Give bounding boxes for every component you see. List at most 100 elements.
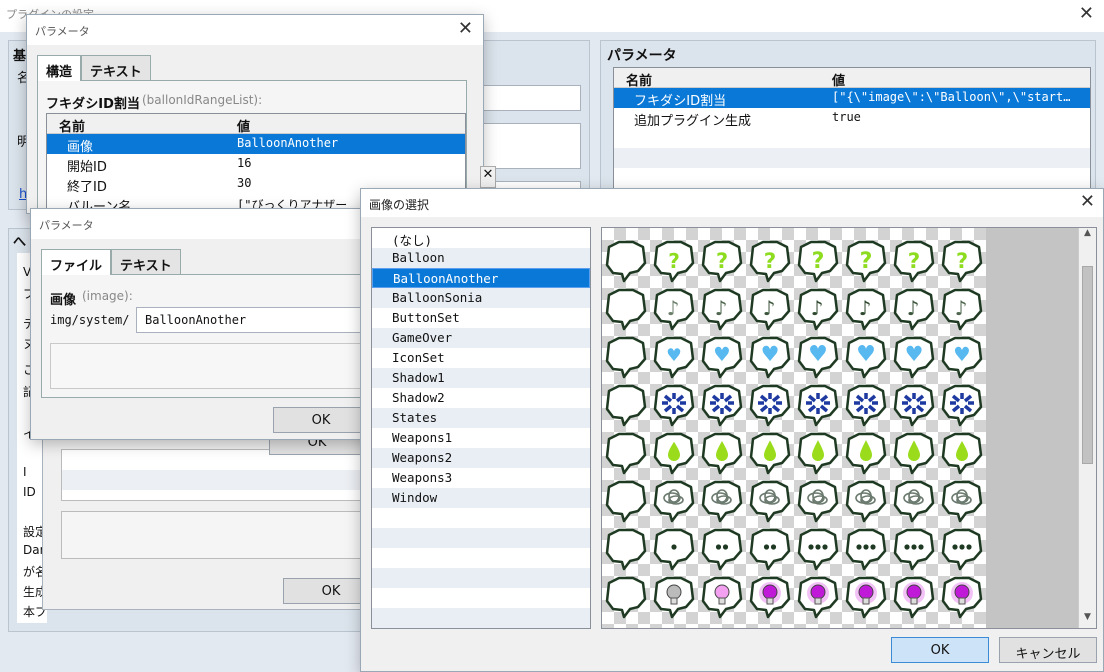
file-list: (なし) Balloon BalloonAnother BalloonSonia… [371, 227, 591, 629]
tab-file[interactable]: ファイル [41, 249, 112, 275]
heart-icon: ♥ [749, 336, 791, 379]
path-prefix: img/system/ [50, 313, 130, 327]
picker-cancel-button[interactable]: キャンセル [999, 637, 1097, 663]
heart-icon: ♥ [845, 336, 887, 379]
struct-row[interactable]: 開始ID 16 [47, 154, 465, 175]
file-list-item[interactable]: Weapons1 [372, 428, 590, 448]
preview-scrollbar[interactable]: ▲ ▼ [1078, 228, 1096, 628]
parameter-row-name: 追加プラグイン生成 [634, 114, 752, 129]
anger-icon [653, 384, 695, 427]
svg-text:♪: ♪ [907, 296, 920, 320]
ellipsis-icon [845, 528, 887, 571]
svg-text:♥: ♥ [666, 346, 682, 366]
empty-balloon-icon [605, 336, 647, 379]
ellipsis-icon [893, 528, 935, 571]
column-value-header: 値 [237, 120, 251, 135]
empty-balloon-icon [605, 432, 647, 475]
anger-icon [893, 384, 935, 427]
file-input-value: BalloonAnother [145, 313, 247, 327]
picker-close-icon[interactable]: ✕ [1080, 192, 1095, 212]
hidden-close-icon[interactable]: ✕ [480, 166, 496, 188]
ok-button[interactable]: OK [273, 407, 369, 433]
lightbulb-icon [941, 576, 983, 619]
parameter-row[interactable]: 追加プラグイン生成 true [614, 108, 1090, 129]
parameter-row-name: フキダシID割当 [634, 94, 727, 109]
picker-titlebar: 画像の選択 ✕ [361, 189, 1103, 217]
svg-text:♪: ♪ [667, 296, 680, 320]
picker-ok-button[interactable]: OK [891, 637, 989, 663]
struct-row-name: 開始ID [67, 160, 107, 175]
heart-icon: ♥ [653, 336, 695, 379]
drop-icon [797, 432, 839, 475]
tab-text[interactable]: テキスト [81, 55, 151, 81]
svg-text:?: ? [716, 249, 728, 273]
file-list-item[interactable]: Shadow2 [372, 388, 590, 408]
table-empty-row [614, 148, 1090, 168]
balloon-sprite-sheet: ??????? ♪ ♪ ♪ ♪ ♪ ♪ ♪ ♥ ♥ ♥ ♥ ♥ ♥ ♥ [602, 228, 986, 628]
preview-box [50, 343, 376, 389]
svg-text:♥: ♥ [761, 342, 780, 366]
music-note-icon: ♪ [797, 288, 839, 331]
svg-text:♥: ♥ [856, 342, 876, 367]
main-close-icon[interactable]: ✕ [1079, 4, 1094, 24]
struct-table-header: 名前 値 [47, 114, 465, 135]
tab-text[interactable]: テキスト [111, 249, 181, 275]
svg-text:?: ? [764, 249, 777, 274]
ellipsis-icon [701, 528, 743, 571]
file-list-item[interactable]: IconSet [372, 348, 590, 368]
drop-icon [941, 432, 983, 475]
file-list-item[interactable]: Balloon [372, 248, 590, 268]
scroll-down-icon[interactable]: ▼ [1079, 612, 1096, 628]
scribble-icon [845, 480, 887, 523]
empty-balloon-icon [605, 240, 647, 283]
file-list-item[interactable]: Weapons2 [372, 448, 590, 468]
question-mark-icon: ? [941, 240, 983, 283]
dialog-titlebar: パラメータ ✕ [27, 15, 483, 45]
scribble-icon [749, 480, 791, 523]
question-mark-icon: ? [701, 240, 743, 283]
struct-row[interactable]: 画像 BalloonAnother [47, 134, 465, 155]
tab-structure[interactable]: 構造 [37, 55, 82, 81]
parameter-row[interactable]: フキダシID割当 ["{\"image\":\"Balloon\",\"star… [614, 88, 1090, 109]
empty-balloon-icon [605, 288, 647, 331]
scribble-icon [893, 480, 935, 523]
svg-text:♪: ♪ [859, 296, 872, 320]
image-picker-dialog: 画像の選択 ✕ (なし) Balloon BalloonAnother Ball… [360, 188, 1104, 672]
parameter-panel-title: パラメータ [607, 48, 677, 64]
parameter-row-value: true [832, 110, 861, 124]
file-list-item[interactable]: Shadow1 [372, 368, 590, 388]
music-note-icon: ♪ [653, 288, 695, 331]
file-list-empty-row [372, 548, 590, 568]
behind-list-row [62, 470, 360, 490]
music-note-icon: ♪ [893, 288, 935, 331]
empty-balloon-icon [605, 528, 647, 571]
question-mark-icon: ? [845, 240, 887, 283]
drop-icon [749, 432, 791, 475]
svg-text:?: ? [908, 249, 921, 274]
file-list-item[interactable]: GameOver [372, 328, 590, 348]
scroll-thumb[interactable] [1082, 266, 1093, 464]
file-list-item[interactable]: Weapons3 [372, 468, 590, 488]
music-note-icon: ♪ [845, 288, 887, 331]
struct-row-value: 30 [237, 176, 252, 190]
file-list-item[interactable]: Window [372, 488, 590, 508]
scroll-up-icon[interactable]: ▲ [1079, 228, 1096, 244]
file-list-item[interactable]: BalloonAnother [372, 268, 590, 288]
help-line: I [23, 465, 27, 479]
help-line: ID [23, 485, 36, 499]
collapse-chevron-icon[interactable]: へ [13, 231, 26, 250]
file-panel: 画像 (image): img/system/ BalloonAnother [41, 274, 381, 398]
file-list-item[interactable]: (なし) [372, 228, 590, 248]
question-mark-icon: ? [893, 240, 935, 283]
file-list-item[interactable]: States [372, 408, 590, 428]
file-list-item[interactable]: ButtonSet [372, 308, 590, 328]
heart-icon: ♥ [797, 336, 839, 379]
scribble-icon [701, 480, 743, 523]
file-input[interactable]: BalloonAnother [136, 307, 376, 333]
file-list-item[interactable]: BalloonSonia [372, 288, 590, 308]
dialog-close-icon[interactable]: ✕ [458, 19, 473, 39]
svg-text:♥: ♥ [808, 342, 828, 367]
question-mark-icon: ? [797, 240, 839, 283]
svg-text:♥: ♥ [905, 342, 924, 366]
section-title: 基 [13, 49, 27, 64]
